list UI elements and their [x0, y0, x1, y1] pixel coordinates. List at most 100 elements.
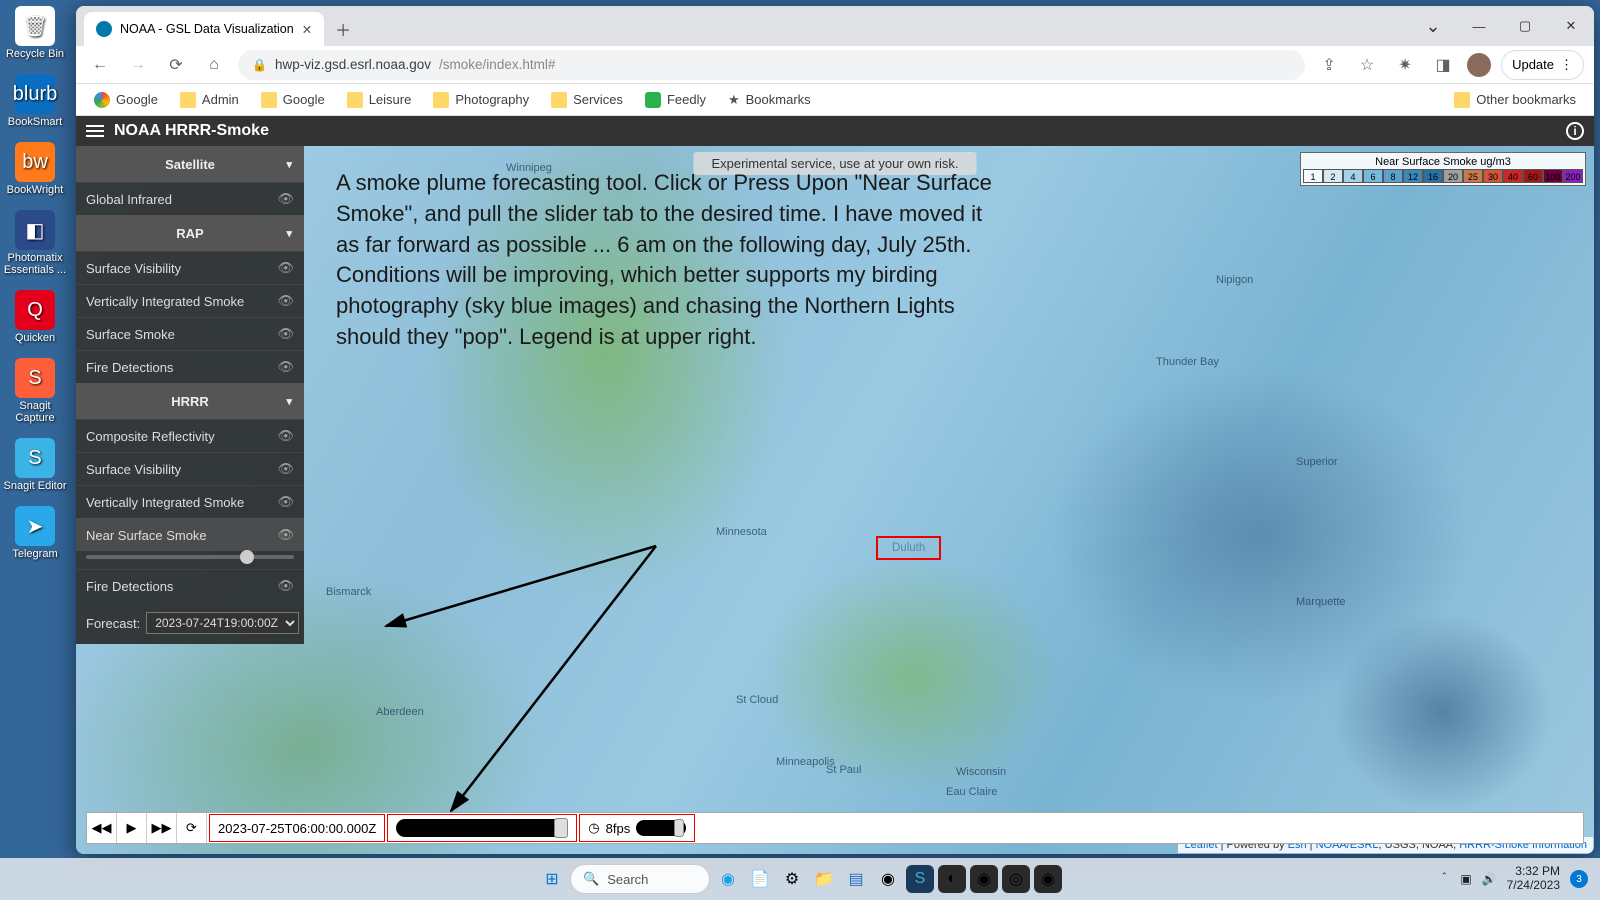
- desktop-icon[interactable]: ➤Telegram: [3, 506, 67, 560]
- legend-segment: 6: [1363, 169, 1383, 183]
- bookmark-item[interactable]: Photography: [425, 88, 537, 112]
- system-tray: ＾ ▣ 🔊 3:32 PM7/24/2023 3: [1426, 865, 1600, 893]
- slider-thumb[interactable]: [240, 550, 254, 564]
- layer-item[interactable]: Surface Smoke👁: [76, 317, 304, 350]
- app-icon-1[interactable]: ◐: [938, 865, 966, 893]
- chevron-down-icon[interactable]: ⌄: [1410, 6, 1456, 46]
- notepad-icon[interactable]: ▤: [842, 865, 870, 893]
- group-header[interactable]: RAP▾: [76, 215, 304, 251]
- desktop-icon[interactable]: QQuicken: [3, 290, 67, 344]
- eye-icon[interactable]: 👁: [277, 260, 294, 276]
- minimize-button[interactable]: —: [1456, 6, 1502, 46]
- notification-badge[interactable]: 3: [1570, 870, 1588, 888]
- tab-title: NOAA - GSL Data Visualization: [120, 22, 294, 36]
- bookmark-item[interactable]: ★Bookmarks: [720, 88, 819, 112]
- layer-item[interactable]: Fire Detections👁: [76, 569, 304, 602]
- eye-icon[interactable]: 👁: [277, 494, 294, 510]
- other-bookmarks[interactable]: Other bookmarks: [1446, 88, 1584, 112]
- shield-icon[interactable]: S: [906, 865, 934, 893]
- eye-icon[interactable]: 👁: [277, 461, 294, 477]
- bookmark-item[interactable]: Google: [86, 88, 166, 112]
- fps-label: 8fps: [606, 821, 631, 836]
- tray-volume-icon[interactable]: 🔊: [1482, 872, 1497, 886]
- group-header[interactable]: HRRR▾: [76, 383, 304, 419]
- eye-icon[interactable]: 👁: [277, 191, 294, 207]
- info-icon[interactable]: i: [1566, 122, 1584, 140]
- bookmark-item[interactable]: Admin: [172, 88, 247, 112]
- refresh-button[interactable]: ⟳: [177, 813, 207, 843]
- group-header[interactable]: Satellite▾: [76, 146, 304, 182]
- maximize-button[interactable]: ▢: [1502, 6, 1548, 46]
- forecast-select[interactable]: 2023-07-24T19:00:00Z: [146, 612, 299, 634]
- desktop-icon[interactable]: ◧Photomatix Essentials ...: [3, 210, 67, 276]
- layer-item[interactable]: Surface Visibility👁: [76, 251, 304, 284]
- step-back-button[interactable]: ◀◀: [87, 813, 117, 843]
- layer-item[interactable]: Composite Reflectivity👁: [76, 419, 304, 452]
- desktop-icon[interactable]: SSnagit Editor: [3, 438, 67, 492]
- update-button[interactable]: Update⋮: [1501, 50, 1584, 80]
- bookmark-item[interactable]: Leisure: [339, 88, 420, 112]
- taskbar-search[interactable]: 🔍 Search: [570, 864, 710, 894]
- clock[interactable]: 3:32 PM7/24/2023: [1507, 865, 1560, 893]
- fps-slider[interactable]: [636, 820, 686, 836]
- back-button[interactable]: ←: [86, 51, 114, 79]
- layer-item[interactable]: Fire Detections👁: [76, 350, 304, 383]
- layer-item[interactable]: Vertically Integrated Smoke👁: [76, 284, 304, 317]
- opacity-slider[interactable]: [86, 555, 294, 559]
- eye-icon[interactable]: 👁: [277, 293, 294, 309]
- tray-cast-icon[interactable]: ▣: [1460, 872, 1471, 886]
- app-icon-3[interactable]: ◎: [1002, 865, 1030, 893]
- layer-item[interactable]: Vertically Integrated Smoke👁: [76, 485, 304, 518]
- eye-icon[interactable]: 👁: [277, 428, 294, 444]
- legend-segment: 60: [1523, 169, 1543, 183]
- time-slider-thumb[interactable]: [554, 818, 568, 838]
- step-forward-button[interactable]: ▶▶: [147, 813, 177, 843]
- desktop-icon[interactable]: SSnagit Capture: [3, 358, 67, 424]
- fps-slider-thumb[interactable]: [674, 819, 684, 837]
- bing-icon[interactable]: ◉: [714, 865, 742, 893]
- duluth-highlight: Duluth: [876, 536, 941, 560]
- close-tab-icon[interactable]: ✕: [302, 22, 312, 37]
- desktop-icon[interactable]: 🗑Recycle Bin: [3, 6, 67, 60]
- extensions-icon[interactable]: ✷: [1391, 51, 1419, 79]
- layer-item[interactable]: Global Infrared👁: [76, 182, 304, 215]
- eye-icon[interactable]: 👁: [277, 527, 294, 543]
- eye-icon[interactable]: 👁: [277, 326, 294, 342]
- home-button[interactable]: ⌂: [200, 51, 228, 79]
- forward-button[interactable]: →: [124, 51, 152, 79]
- desktop-icon[interactable]: bwBookWright: [3, 142, 67, 196]
- time-slider[interactable]: [396, 819, 568, 837]
- play-button[interactable]: ▶: [117, 813, 147, 843]
- bookmark-item[interactable]: Services: [543, 88, 631, 112]
- start-button[interactable]: ⊞: [538, 865, 566, 893]
- close-window-button[interactable]: ✕: [1548, 6, 1594, 46]
- app-icon-2[interactable]: ◉: [970, 865, 998, 893]
- hamburger-icon[interactable]: [86, 125, 104, 137]
- reload-button[interactable]: ⟳: [162, 51, 190, 79]
- star-icon[interactable]: ☆: [1353, 51, 1381, 79]
- layer-item[interactable]: Surface Visibility👁: [76, 452, 304, 485]
- url-bar: ← → ⟳ ⌂ 🔒 hwp-viz.gsd.esrl.noaa.gov/smok…: [76, 46, 1594, 84]
- map-label: Marquette: [1296, 596, 1346, 608]
- eye-icon[interactable]: 👁: [277, 578, 294, 594]
- taskbar: ⊞ 🔍 Search ◉ 📄 ⚙ 📁 ▤ ◉ S ◐ ◉ ◎ ◉ ＾ ▣ 🔊 3…: [0, 858, 1600, 900]
- explorer-icon[interactable]: 📁: [810, 865, 838, 893]
- browser-window: NOAA - GSL Data Visualization ✕ ＋ ⌄ — ▢ …: [76, 6, 1594, 854]
- browser-tab[interactable]: NOAA - GSL Data Visualization ✕: [84, 12, 324, 46]
- bookmark-item[interactable]: Google: [253, 88, 333, 112]
- address-field[interactable]: 🔒 hwp-viz.gsd.esrl.noaa.gov/smoke/index.…: [238, 50, 1305, 80]
- file-icon[interactable]: 📄: [746, 865, 774, 893]
- sidepanel-icon[interactable]: ◨: [1429, 51, 1457, 79]
- profile-avatar[interactable]: [1467, 53, 1491, 77]
- app-icon-4[interactable]: ◉: [1034, 865, 1062, 893]
- settings-icon[interactable]: ⚙: [778, 865, 806, 893]
- desktop-icon[interactable]: blurbBookSmart: [3, 74, 67, 128]
- tray-chevron-icon[interactable]: ＾: [1438, 871, 1450, 888]
- eye-icon[interactable]: 👁: [277, 359, 294, 375]
- layer-item[interactable]: Near Surface Smoke👁: [76, 518, 304, 551]
- bookmark-item[interactable]: Feedly: [637, 88, 714, 112]
- share-icon[interactable]: ⇪: [1315, 51, 1343, 79]
- legend-segment: 25: [1463, 169, 1483, 183]
- chrome-icon[interactable]: ◉: [874, 865, 902, 893]
- new-tab-button[interactable]: ＋: [328, 14, 358, 44]
